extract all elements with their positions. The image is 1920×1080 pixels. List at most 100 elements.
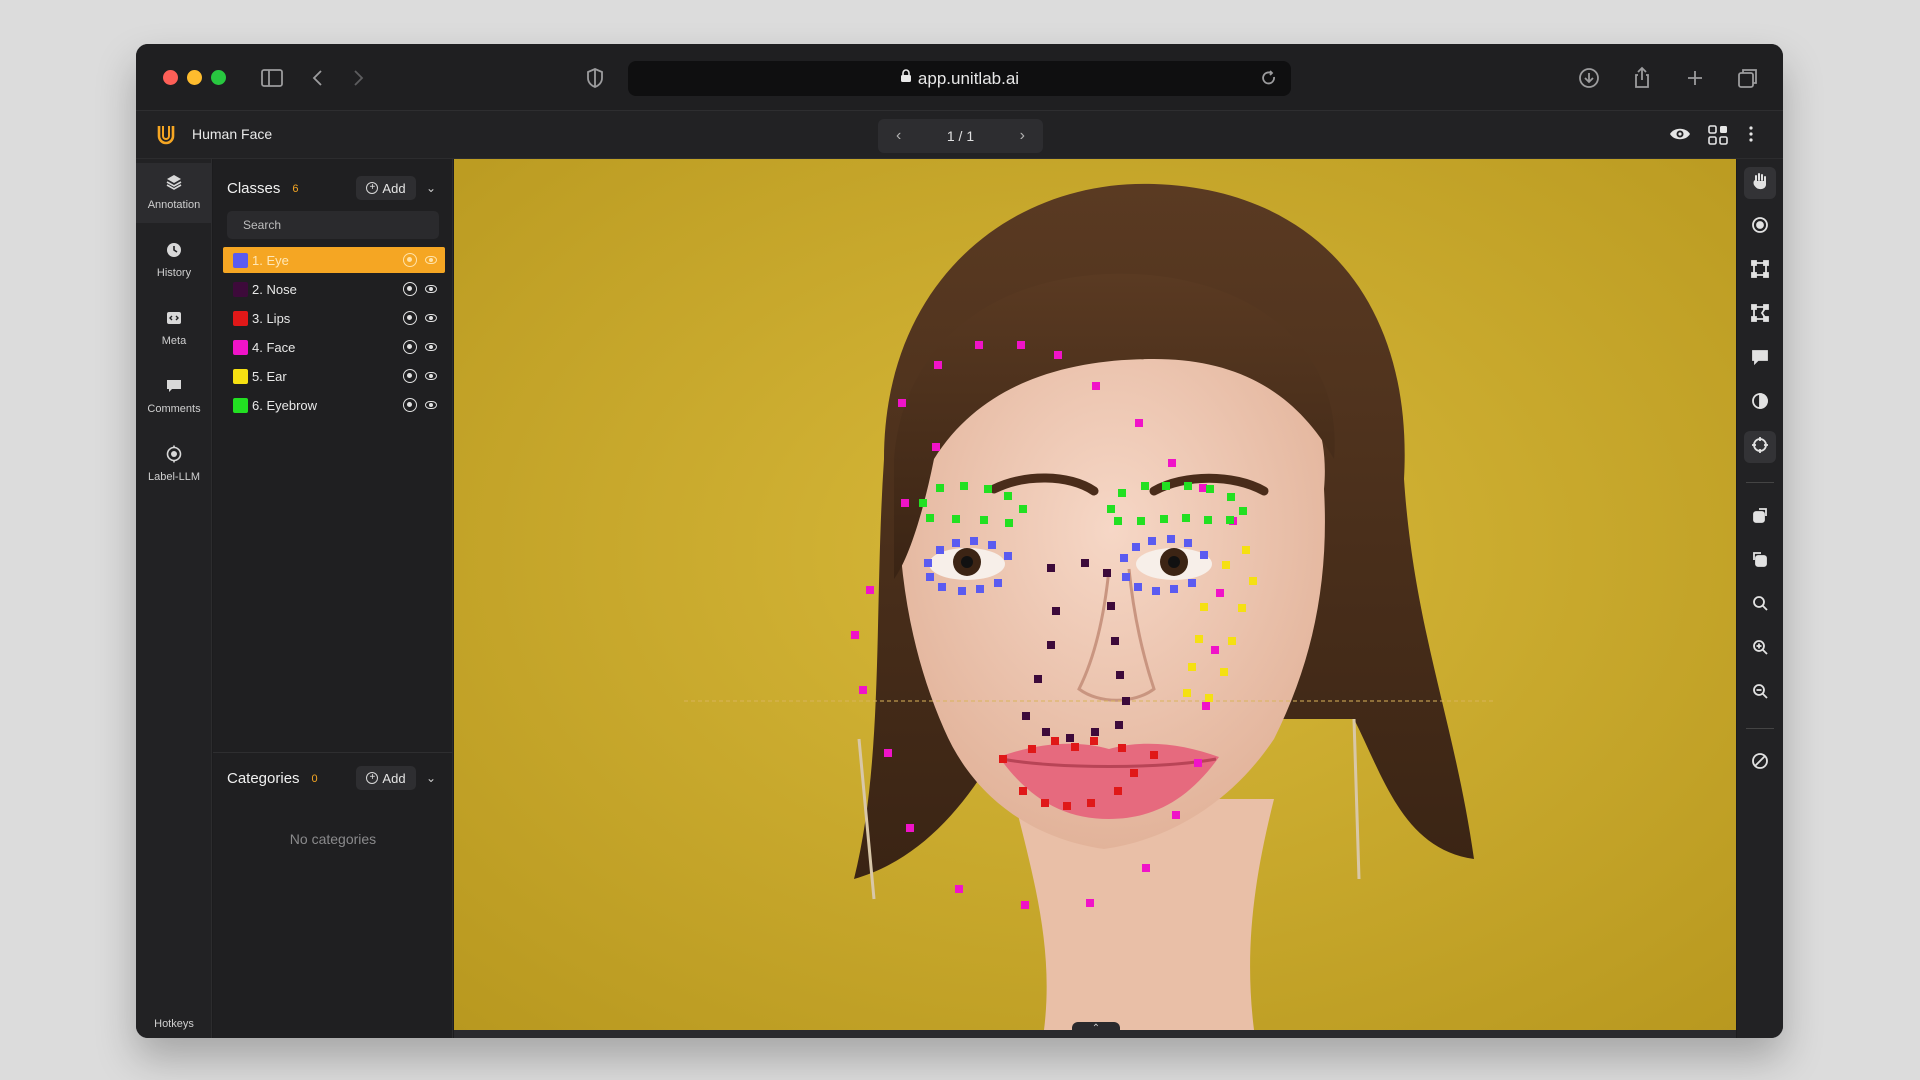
prev-image-button[interactable]: ‹ [896,127,901,145]
sidebar-toggle-icon[interactable] [260,66,284,90]
rail-item-comments[interactable]: Comments [136,367,212,427]
class-item-eye[interactable]: 1. Eye [223,247,445,273]
download-icon[interactable] [1577,66,1601,90]
layer-down-icon [1751,550,1769,573]
class-color-swatch [233,339,248,355]
reload-icon[interactable] [1259,68,1279,93]
layout-grid-icon[interactable] [1708,125,1728,150]
categories-header: Categories 0 [227,770,318,787]
contrast-tool[interactable] [1744,387,1776,419]
eye-icon[interactable] [425,372,437,380]
eye-icon[interactable] [425,285,437,293]
class-color-swatch [233,397,248,413]
image-pager: ‹ 1 / 1 › [878,119,1043,153]
bounding-box-icon [1751,259,1769,283]
keypoint-tool[interactable] [1744,431,1776,463]
hotkeys-button[interactable]: Hotkeys [136,1018,212,1030]
left-rail: Annotation History Meta Comments Label-L… [136,159,212,1038]
rail-item-annotation[interactable]: Annotation [136,163,212,223]
class-item-ear[interactable]: 5. Ear [223,363,445,389]
address-bar[interactable]: app.unitlab.ai [628,61,1291,96]
no-categories-text: No categories [289,831,377,847]
rail-item-history[interactable]: History [136,231,212,291]
hand-pan-tool[interactable] [1744,167,1776,199]
plus-icon: + [366,772,379,784]
clock-icon [165,241,183,259]
minimize-window-button[interactable] [187,70,202,85]
focus-target-icon[interactable] [403,282,417,296]
rail-item-label-llm[interactable]: Label-LLM [136,435,212,495]
expand-panel-chevron-up-icon[interactable]: ⌃ [1072,1022,1120,1036]
contrast-icon [1751,392,1769,415]
visibility-eye-icon[interactable] [1669,125,1691,148]
app-header: Human Face ‹ 1 / 1 › [136,111,1783,159]
focus-target-icon[interactable] [403,398,417,412]
maximize-window-button[interactable] [211,70,226,85]
clear-tool[interactable] [1744,747,1776,779]
layers-icon [165,173,183,191]
zoom-fit-tool[interactable] [1744,589,1776,621]
class-label: 1. Eye [252,252,289,268]
class-item-nose[interactable]: 2. Nose [223,276,445,302]
annotation-canvas[interactable] [454,159,1736,1030]
bring-forward-tool[interactable] [1744,501,1776,533]
class-label: 5. Ear [252,368,287,384]
eye-icon[interactable] [425,343,437,351]
forward-arrow-icon[interactable] [346,66,370,90]
annotated-face-image[interactable] [454,159,1736,1030]
comment-tool[interactable] [1744,343,1776,375]
classes-chevron-down-icon[interactable]: ⌄ [426,181,436,195]
class-item-lips[interactable]: 3. Lips [223,305,445,331]
classes-title: Classes [227,180,281,197]
new-tab-icon[interactable] [1683,66,1707,90]
categories-chevron-down-icon[interactable]: ⌄ [426,771,436,785]
hand-icon [1751,172,1769,195]
categories-title: Categories [227,770,300,787]
focus-target-icon[interactable] [403,369,417,383]
polygon-tool[interactable] [1744,299,1776,331]
focus-target-icon[interactable] [403,311,417,325]
class-search-input[interactable] [227,211,439,239]
zoom-out-tool[interactable] [1744,677,1776,709]
close-window-button[interactable] [163,70,178,85]
project-title: Human Face [192,126,273,142]
focus-target-icon[interactable] [403,253,417,267]
more-vertical-icon[interactable] [1748,125,1754,148]
tab-overview-icon[interactable] [1736,66,1760,90]
zoom-in-icon [1751,638,1769,661]
right-toolbar [1737,159,1783,1038]
bounding-box-tool[interactable] [1744,255,1776,287]
back-arrow-icon[interactable] [306,66,330,90]
focus-target-icon[interactable] [403,340,417,354]
shield-icon[interactable] [583,66,607,90]
zoom-out-icon [1751,682,1769,705]
rail-item-meta[interactable]: Meta [136,299,212,359]
add-category-button[interactable]: + Add [356,766,416,790]
rail-label: Label-LLM [148,471,200,483]
send-backward-tool[interactable] [1744,545,1776,577]
next-image-button[interactable]: › [1020,127,1025,145]
point-tool[interactable] [1744,211,1776,243]
eye-icon[interactable] [425,256,437,264]
class-color-swatch [233,368,248,384]
class-item-eyebrow[interactable]: 6. Eyebrow [223,392,445,418]
classes-header: Classes 6 [227,180,298,197]
unitlab-logo-icon [154,123,178,147]
share-icon[interactable] [1630,66,1654,90]
ban-icon [1751,752,1769,775]
eye-icon[interactable] [425,314,437,322]
toolbar-separator [1746,728,1774,729]
target-circle-icon [1751,216,1769,239]
zoom-in-tool[interactable] [1744,633,1776,665]
class-item-face[interactable]: 4. Face [223,334,445,360]
eye-icon[interactable] [425,401,437,409]
add-category-label: Add [382,770,406,786]
categories-count: 0 [311,772,318,785]
class-color-swatch [233,310,248,326]
panel-divider [213,752,453,753]
add-class-button[interactable]: + Add [356,176,416,200]
add-class-label: Add [382,180,406,196]
rail-label: Annotation [147,199,201,211]
lock-icon [900,69,912,88]
classes-count: 6 [292,182,299,195]
